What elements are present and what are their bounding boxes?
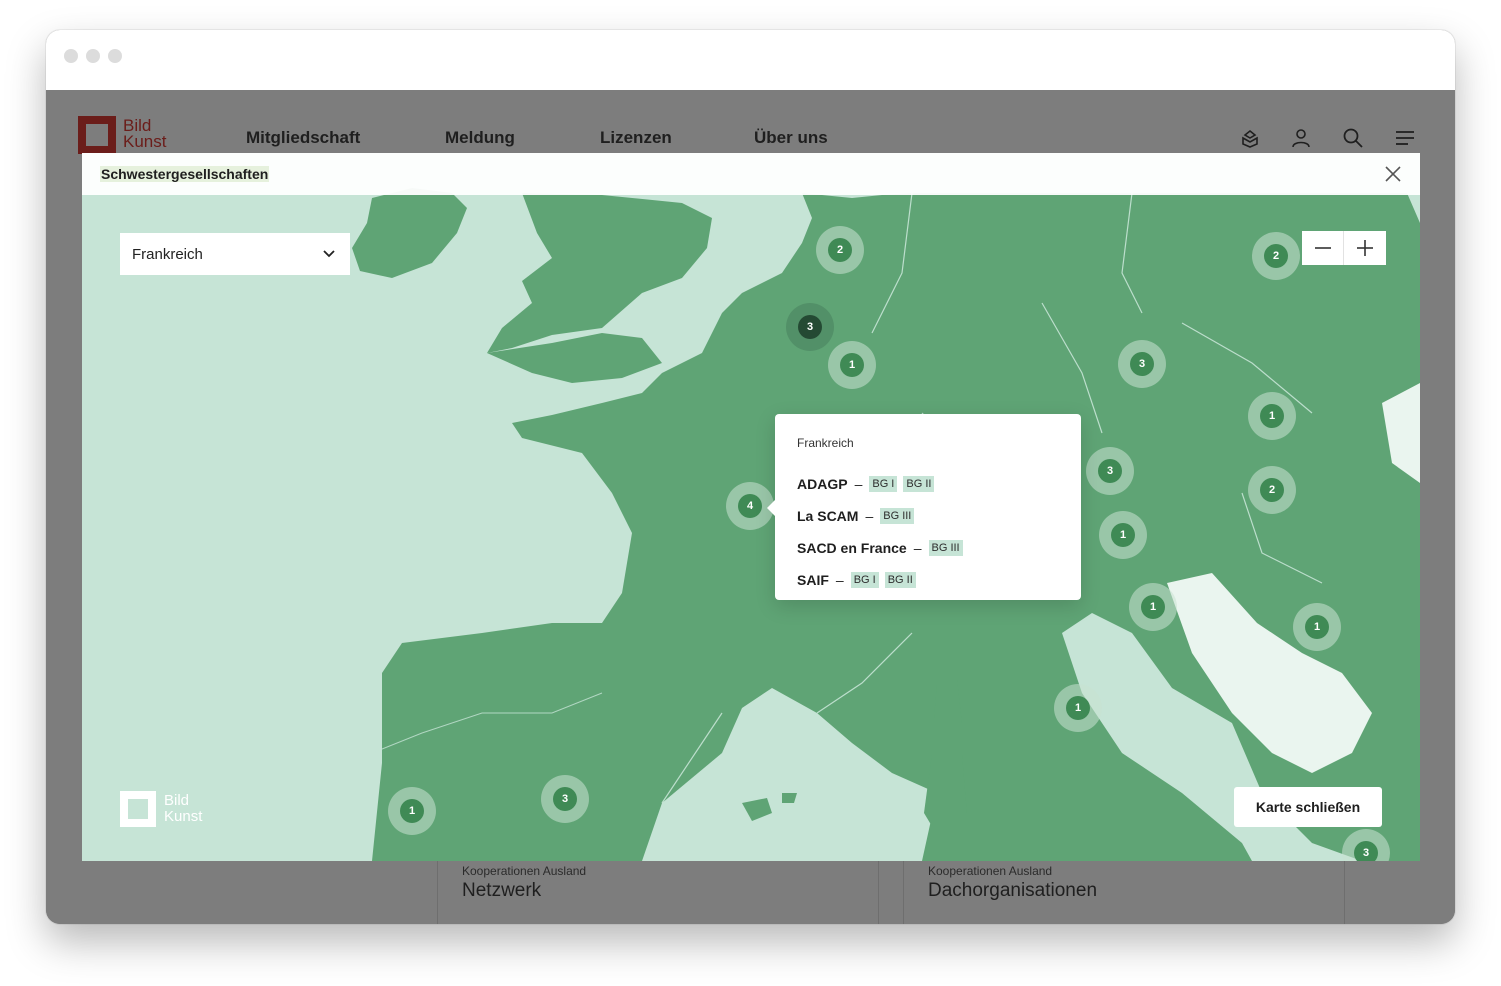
menu-icon[interactable] — [1393, 126, 1417, 150]
zoom-controls — [1302, 231, 1386, 265]
ship-icon[interactable] — [1238, 126, 1262, 150]
map-cluster-marker[interactable]: 3 — [541, 775, 589, 823]
country-select[interactable]: Frankreich — [120, 233, 350, 275]
popup-country-name: Frankreich — [797, 436, 854, 450]
society-name[interactable]: SACD en France — [797, 540, 907, 556]
nav-mitgliedschaft[interactable]: Mitgliedschaft — [246, 128, 360, 148]
map-cluster-marker[interactable]: 1 — [1054, 684, 1102, 732]
map-cluster-marker[interactable]: 1 — [388, 787, 436, 835]
logo-line-2: Kunst — [123, 132, 167, 151]
logo-icon[interactable] — [78, 116, 116, 154]
society-row: La SCAM – BG III — [797, 500, 1059, 532]
nav-ueber-uns[interactable]: Über uns — [754, 128, 828, 148]
cluster-count: 1 — [1305, 615, 1329, 639]
card-dachorganisationen[interactable]: Kooperationen Ausland Dachorganisationen — [903, 860, 1345, 924]
map-cluster-marker[interactable]: 3 — [1118, 340, 1166, 388]
category-tag: BG II — [884, 572, 916, 588]
logo-line-2: Kunst — [164, 808, 203, 825]
cluster-count: 3 — [1130, 352, 1154, 376]
society-name[interactable]: La SCAM — [797, 508, 858, 524]
minimize-window-dot[interactable] — [86, 49, 100, 63]
map-cluster-marker[interactable]: 1 — [1293, 603, 1341, 651]
zoom-in-button[interactable] — [1344, 231, 1386, 265]
site-logo-text[interactable]: Bild Kunst — [123, 117, 167, 151]
society-row: SAIF – BG I BG II — [797, 564, 1059, 596]
category-tag: BG I — [850, 572, 879, 588]
cluster-count: 1 — [1066, 696, 1090, 720]
society-name[interactable]: SAIF — [797, 572, 829, 588]
logo-line-1: Bild — [164, 792, 190, 809]
category-tag: BG I — [869, 476, 898, 492]
plus-icon — [1357, 240, 1373, 256]
sister-societies-modal: Schwestergesellschaften Frankreich 2 2 3… — [82, 153, 1420, 861]
nav-lizenzen[interactable]: Lizenzen — [600, 128, 672, 148]
close-icon[interactable] — [1384, 165, 1402, 183]
category-tag: BG II — [903, 476, 935, 492]
society-name[interactable]: ADAGP — [797, 476, 848, 492]
map-cluster-marker[interactable]: 2 — [816, 226, 864, 274]
cluster-count: 1 — [840, 353, 864, 377]
map-cluster-marker[interactable]: 1 — [828, 341, 876, 389]
category-tag: BG III — [928, 540, 963, 556]
modal-header: Schwestergesellschaften — [82, 153, 1420, 195]
cluster-count: 1 — [400, 799, 424, 823]
card-title: Netzwerk — [462, 880, 542, 901]
society-row: SACD en France – BG III — [797, 532, 1059, 564]
map-cluster-marker[interactable]: 1 — [1129, 583, 1177, 631]
logo-icon — [120, 791, 156, 827]
card-netzwerk[interactable]: Kooperationen Ausland Netzwerk — [437, 860, 879, 924]
cluster-count: 3 — [798, 315, 822, 339]
separator: – — [854, 476, 863, 492]
cluster-count: 3 — [1354, 841, 1378, 861]
card-title: Dachorganisationen — [928, 880, 1098, 901]
cluster-count: 1 — [1141, 595, 1165, 619]
map-cluster-marker[interactable]: 3 — [786, 303, 834, 351]
map-logo-text: Bild Kunst — [164, 793, 202, 825]
close-window-dot[interactable] — [64, 49, 78, 63]
society-row: ADAGP – BG I BG II — [797, 468, 1059, 500]
cluster-count: 2 — [828, 238, 852, 262]
country-select-value: Frankreich — [132, 245, 203, 263]
card-kicker: Kooperationen Ausland — [462, 864, 587, 878]
category-tag: BG III — [880, 508, 915, 524]
country-popup: Frankreich ADAGP – BG I BG II La SCAM – … — [767, 414, 1081, 600]
search-icon[interactable] — [1341, 126, 1365, 150]
map-cluster-marker[interactable]: 3 — [1086, 447, 1134, 495]
separator: – — [835, 572, 844, 588]
card-kicker: Kooperationen Ausland — [928, 864, 1053, 878]
chevron-down-icon — [323, 250, 335, 258]
map-cluster-marker[interactable]: 1 — [1248, 392, 1296, 440]
cluster-count: 1 — [1111, 523, 1135, 547]
map-cluster-marker[interactable]: 1 — [1099, 511, 1147, 559]
zoom-out-button[interactable] — [1302, 231, 1344, 265]
map-cluster-marker[interactable]: 2 — [1252, 232, 1300, 280]
title-bar — [46, 30, 1455, 90]
close-map-button[interactable]: Karte schließen — [1234, 787, 1382, 827]
separator: – — [865, 508, 874, 524]
cluster-count: 3 — [553, 787, 577, 811]
cluster-count: 1 — [1260, 404, 1284, 428]
user-icon[interactable] — [1289, 126, 1313, 150]
modal-title: Schwestergesellschaften — [100, 166, 270, 182]
cluster-count: 3 — [1098, 459, 1122, 483]
cluster-count: 2 — [1260, 478, 1284, 502]
minus-icon — [1314, 247, 1331, 249]
nav-meldung[interactable]: Meldung — [445, 128, 515, 148]
zoom-window-dot[interactable] — [108, 49, 122, 63]
cluster-count: 2 — [1264, 244, 1288, 268]
separator: – — [913, 540, 922, 556]
cluster-count: 4 — [738, 494, 762, 518]
map-cluster-marker[interactable]: 2 — [1248, 466, 1296, 514]
